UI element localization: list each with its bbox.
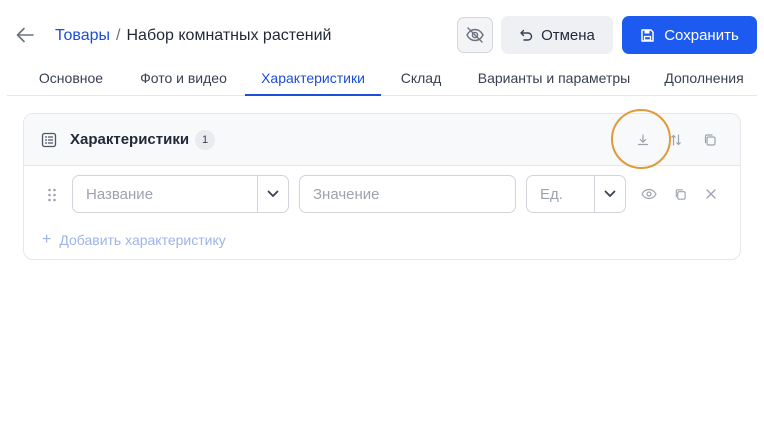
- hide-button[interactable]: [457, 17, 493, 53]
- page-header: Товары / Набор комнатных растений Отмена С…: [0, 0, 764, 70]
- save-button[interactable]: Сохранить: [622, 16, 757, 54]
- card-header: Характеристики 1: [24, 114, 740, 166]
- sort-button[interactable]: [667, 131, 685, 149]
- chevron-down-icon: [604, 190, 616, 197]
- duplicate-row-button[interactable]: [671, 186, 689, 202]
- add-characteristic-label: Добавить характеристику: [59, 232, 226, 248]
- copy-all-button[interactable]: [701, 131, 719, 149]
- eye-icon: [641, 188, 657, 200]
- tab-main[interactable]: Основное: [27, 62, 115, 96]
- tab-bar: Основное Фото и видео Характеристики Скл…: [7, 62, 757, 96]
- count-badge: 1: [195, 130, 215, 150]
- cancel-label: Отмена: [541, 26, 595, 44]
- chevron-down-icon: [267, 190, 279, 197]
- name-input[interactable]: [73, 176, 258, 212]
- unit-dropdown-button[interactable]: [594, 176, 625, 212]
- cancel-button[interactable]: Отмена: [501, 16, 613, 54]
- eye-off-icon: [466, 27, 484, 43]
- value-field: [299, 175, 516, 213]
- undo-icon: [520, 29, 533, 41]
- list-icon: [41, 132, 57, 148]
- name-select: [72, 175, 289, 213]
- copy-icon: [675, 188, 686, 200]
- copy-icon: [704, 134, 716, 146]
- sort-arrows-icon: [671, 134, 681, 146]
- floppy-disk-icon: [641, 28, 654, 42]
- breadcrumb: Товары / Набор комнатных растений: [55, 26, 331, 46]
- back-button[interactable]: [14, 25, 36, 45]
- value-input[interactable]: [300, 176, 515, 212]
- tab-warehouse[interactable]: Склад: [393, 62, 449, 96]
- drag-handle[interactable]: [46, 187, 58, 203]
- plus-icon: +: [42, 231, 52, 248]
- arrow-left-icon: [16, 27, 34, 43]
- page-title: Набор комнатных растений: [126, 27, 332, 44]
- name-dropdown-button[interactable]: [257, 176, 288, 212]
- characteristics-card: Характеристики 1 Название Значение Ед. +…: [23, 113, 741, 260]
- drag-handle-icon: [48, 188, 56, 202]
- tab-photo-video[interactable]: Фото и видео: [130, 62, 237, 96]
- tab-characteristics[interactable]: Характеристики: [245, 62, 381, 96]
- breadcrumb-products-link[interactable]: Товары: [55, 27, 110, 44]
- unit-input[interactable]: [527, 176, 595, 212]
- breadcrumb-separator: /: [116, 27, 121, 44]
- save-label: Сохранить: [664, 26, 739, 44]
- tab-variants-parameters[interactable]: Варианты и параметры: [469, 62, 639, 96]
- visibility-button[interactable]: [640, 186, 658, 202]
- download-icon: [637, 134, 649, 146]
- delete-row-button[interactable]: [702, 186, 720, 202]
- download-button[interactable]: [634, 131, 652, 149]
- unit-select: [526, 175, 626, 213]
- close-icon: [706, 189, 716, 199]
- card-title: Характеристики: [70, 131, 190, 148]
- tab-additions[interactable]: Дополнения: [655, 62, 753, 96]
- add-characteristic-button[interactable]: + Добавить характеристику: [42, 231, 226, 249]
